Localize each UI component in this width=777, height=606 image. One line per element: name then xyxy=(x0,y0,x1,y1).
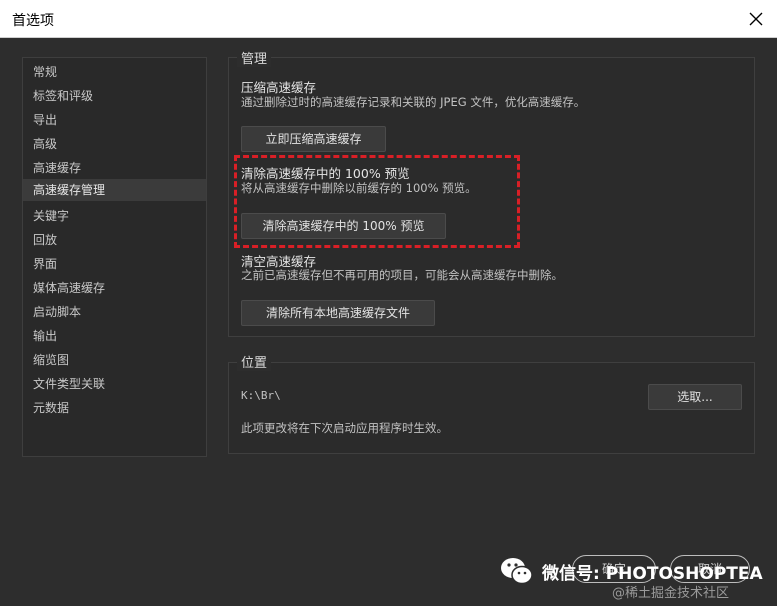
clear-local-cache-files-button[interactable]: 清除所有本地高速缓存文件 xyxy=(241,300,435,326)
cache-location-path: K:\Br\ xyxy=(241,389,281,402)
sidebar-item-interface[interactable]: 界面 xyxy=(23,253,206,275)
sidebar-item-export[interactable]: 导出 xyxy=(23,109,206,131)
compact-cache-now-button[interactable]: 立即压缩高速缓存 xyxy=(241,126,386,152)
sidebar-item-cache-management[interactable]: 高速缓存管理 xyxy=(23,179,206,201)
compact-cache-description: 通过删除过时的高速缓存记录和关联的 JPEG 文件，优化高速缓存。 xyxy=(241,95,586,109)
wechat-icon xyxy=(501,558,533,585)
sidebar-item-thumbnails[interactable]: 缩览图 xyxy=(23,349,206,371)
close-button[interactable] xyxy=(740,4,772,34)
purge-100-preview-button[interactable]: 清除高速缓存中的 100% 预览 xyxy=(241,213,446,239)
watermark-text: 微信号: PHOTOSHOPTEA xyxy=(542,563,763,584)
sidebar: 常规 标签和评级 导出 高级 高速缓存 高速缓存管理 关键字 回放 界面 媒体高… xyxy=(22,57,207,457)
sidebar-item-media-cache[interactable]: 媒体高速缓存 xyxy=(23,277,206,299)
sidebar-item-file-type-association[interactable]: 文件类型关联 xyxy=(23,373,206,395)
sidebar-item-startup-scripts[interactable]: 启动脚本 xyxy=(23,301,206,323)
purge-100-preview-description: 将从高速缓存中删除以前缓存的 100% 预览。 xyxy=(241,181,477,195)
close-icon xyxy=(749,12,763,26)
sidebar-item-advanced[interactable]: 高级 xyxy=(23,133,206,155)
sidebar-item-metadata[interactable]: 元数据 xyxy=(23,397,206,419)
choose-location-button[interactable]: 选取... xyxy=(648,384,742,410)
sidebar-item-keywords[interactable]: 关键字 xyxy=(23,205,206,227)
manage-group-title: 管理 xyxy=(237,48,272,67)
location-group-title: 位置 xyxy=(237,352,272,371)
title-bar: 首选项 xyxy=(0,0,777,38)
sidebar-item-labels-ratings[interactable]: 标签和评级 xyxy=(23,85,206,107)
sidebar-item-general[interactable]: 常规 xyxy=(23,61,206,83)
window-title: 首选项 xyxy=(12,13,54,29)
sidebar-item-playback[interactable]: 回放 xyxy=(23,229,206,251)
sidebar-item-output[interactable]: 输出 xyxy=(23,325,206,347)
clear-cache-description: 之前已高速缓存但不再可用的项目，可能会从高速缓存中删除。 xyxy=(241,268,563,282)
restart-note: 此项更改将在下次启动应用程序时生效。 xyxy=(241,421,448,435)
sidebar-item-cache[interactable]: 高速缓存 xyxy=(23,157,206,179)
watermark-subtext: @稀土掘金技术社区 xyxy=(612,586,730,601)
